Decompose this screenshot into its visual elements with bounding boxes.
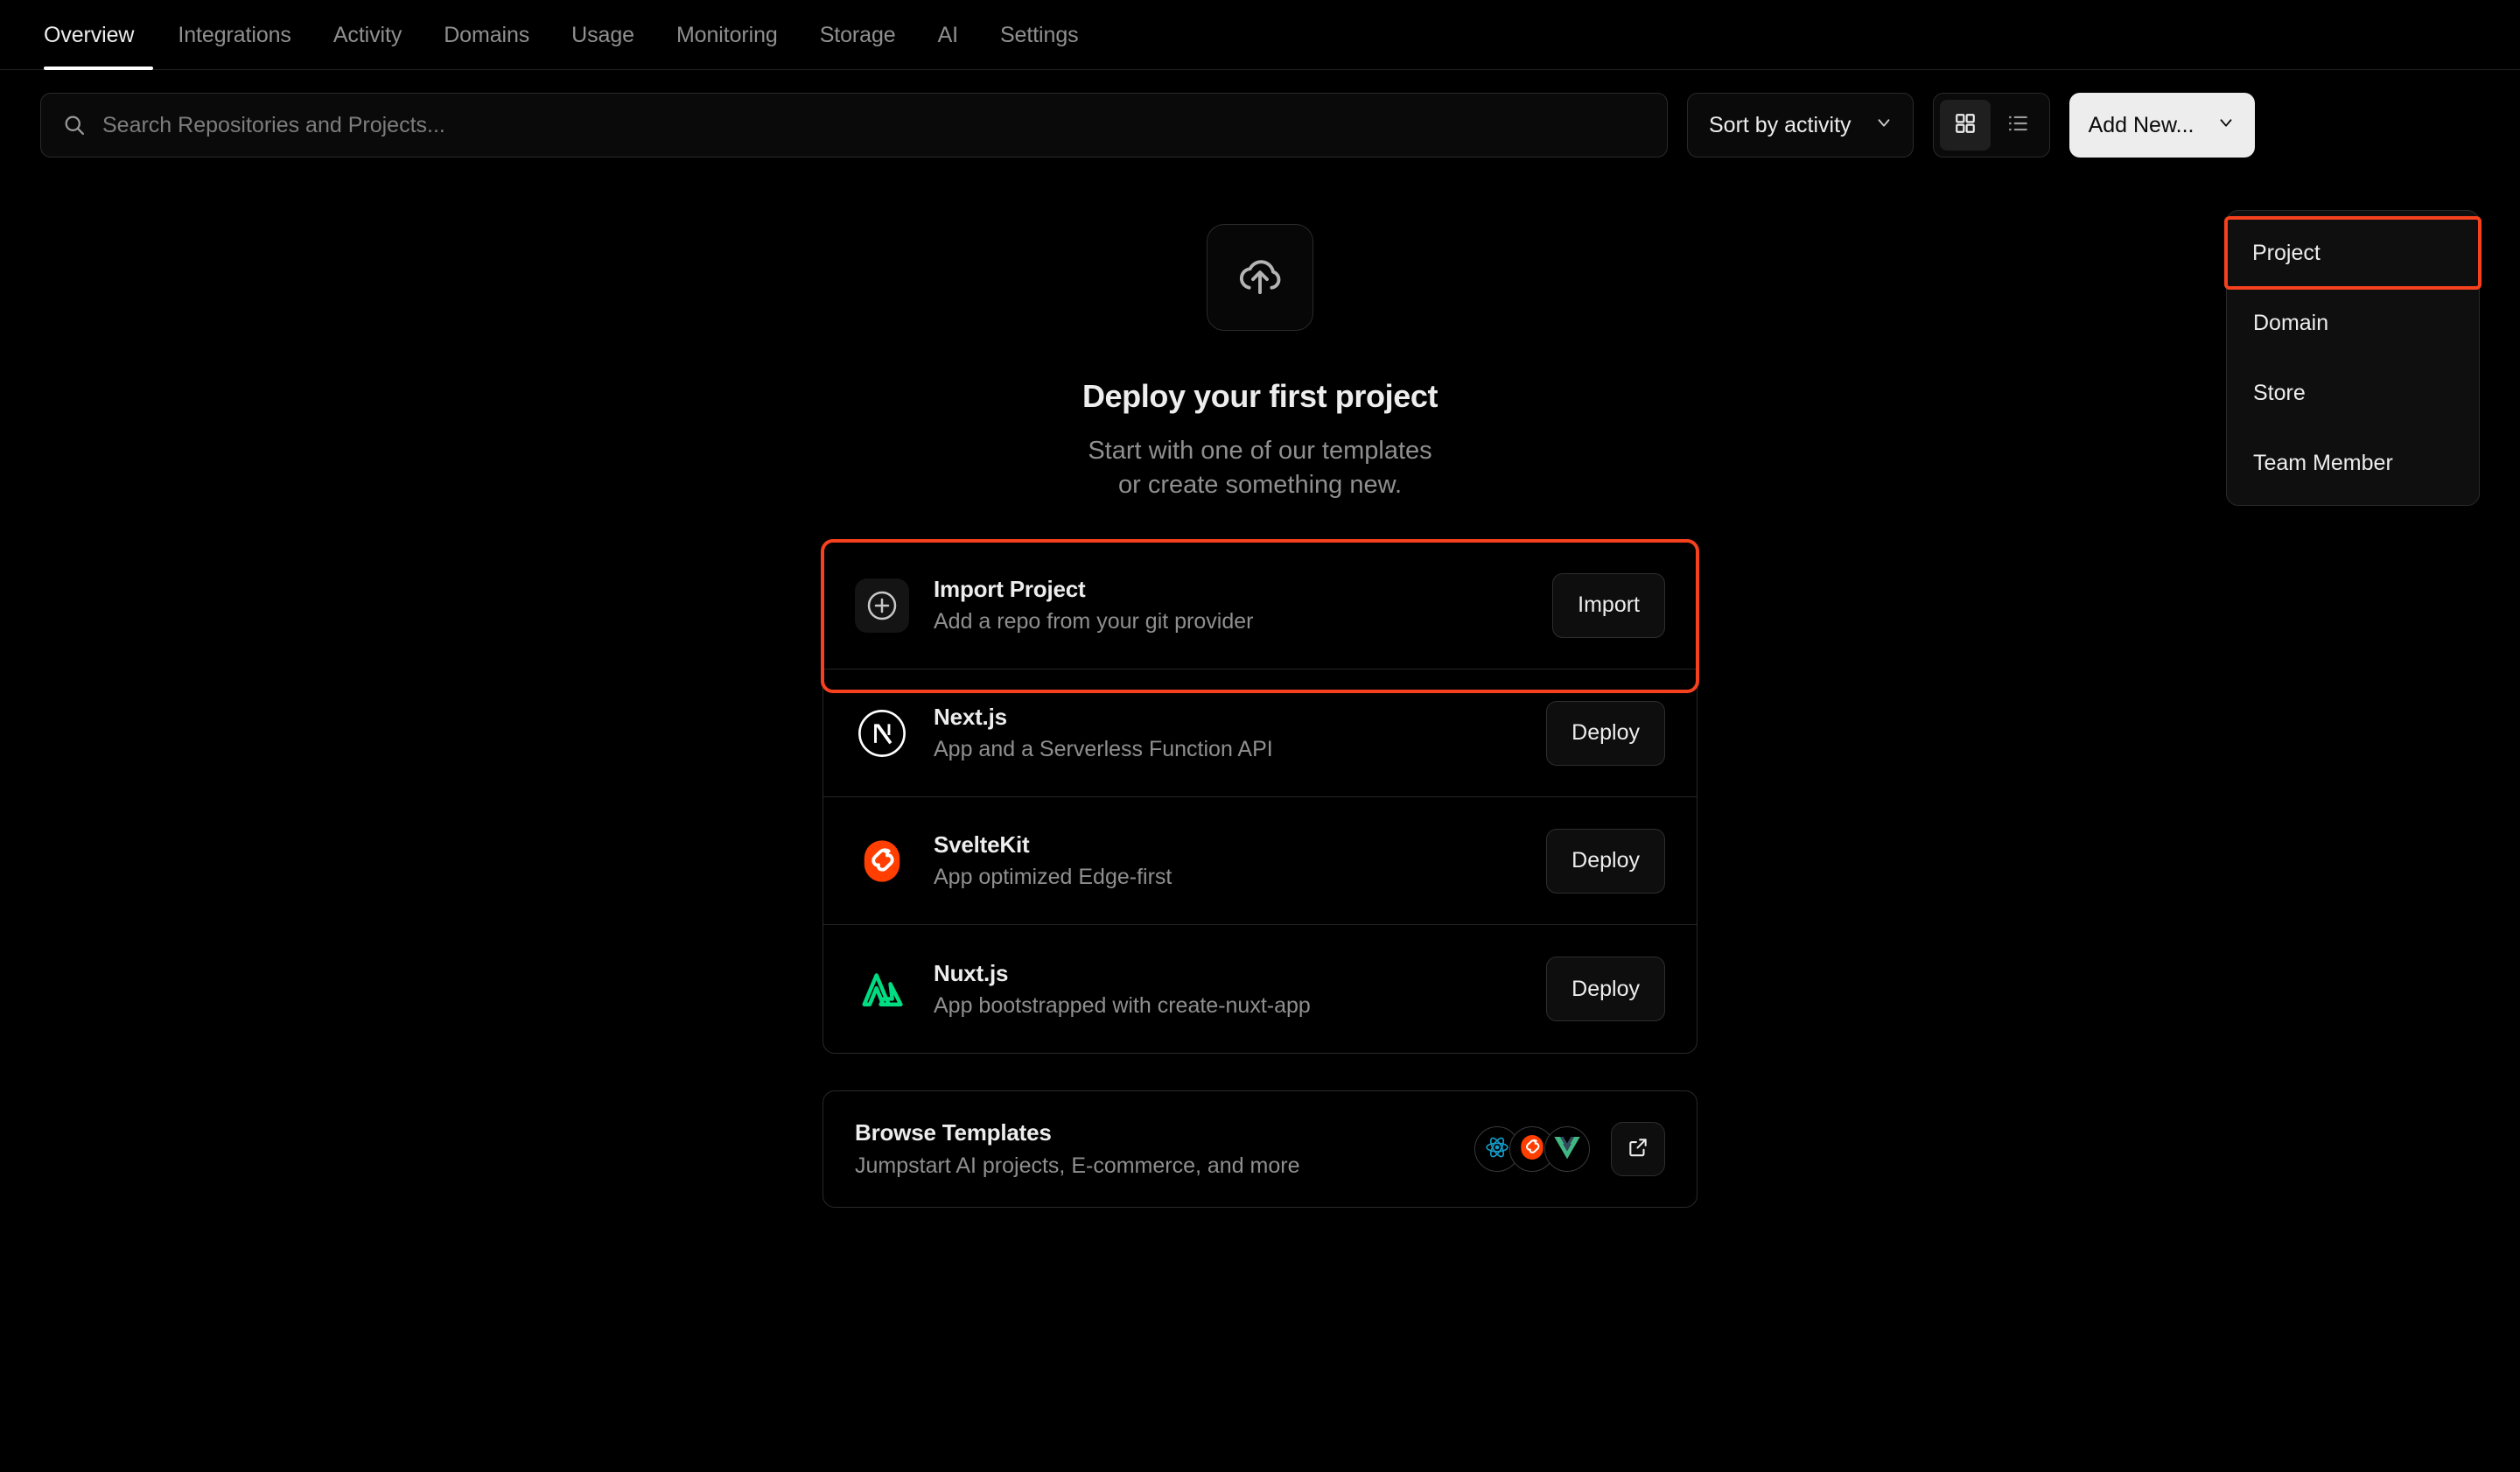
- sort-label: Sort by activity: [1709, 112, 1852, 137]
- nav-tab-label: Usage: [571, 22, 634, 47]
- nav-tab-label: Activity: [332, 22, 402, 47]
- vue-avatar: [1544, 1126, 1590, 1172]
- nav-tab-label: Overview: [44, 22, 135, 47]
- nav-tab-integrations[interactable]: Integrations: [157, 0, 312, 70]
- nav-tab-ai[interactable]: AI: [917, 0, 979, 70]
- template-row-description: App bootstrapped with create-nuxt-app: [934, 992, 1311, 1018]
- sveltekit-logo-icon: [855, 834, 909, 888]
- svelte-logo-icon: [1518, 1133, 1546, 1166]
- dropdown-item-label: Domain: [2253, 310, 2329, 335]
- template-row[interactable]: SvelteKit App optimized Edge-first Deploy: [823, 797, 1697, 925]
- list-view-button[interactable]: [1992, 100, 2043, 151]
- nav-tabs: Overview Integrations Activity Domains Usage…: [40, 0, 1100, 70]
- cloud-upload-icon: [1233, 249, 1287, 307]
- template-row-action-button[interactable]: Deploy: [1546, 957, 1665, 1021]
- template-row[interactable]: Next.js App and a Serverless Function API…: [823, 669, 1697, 797]
- template-row[interactable]: Nuxt.js App bootstrapped with create-nuxt…: [823, 925, 1697, 1053]
- templates-list: Import Project Add a repo from your git p…: [822, 541, 1698, 1054]
- templates-panel: Import Project Add a repo from your git p…: [821, 539, 1699, 1054]
- template-row-title: SvelteKit: [934, 831, 1030, 858]
- template-row-text: Next.js App and a Serverless Function API: [934, 704, 1522, 762]
- page-title: Deploy your first project: [1082, 378, 1438, 414]
- template-row-action-button[interactable]: Deploy: [1546, 828, 1665, 894]
- empty-state-hero: Deploy your first project Start with one…: [0, 224, 2520, 502]
- add-new-label: Add New...: [2088, 112, 2194, 137]
- template-row-title: Nuxt.js: [934, 959, 1009, 986]
- plus-circle-icon: [855, 578, 909, 633]
- browse-templates-text: Browse Templates Jumpstart AI projects, …: [855, 1119, 1474, 1179]
- template-row-description: App and a Serverless Function API: [934, 737, 1273, 761]
- nextjs-logo-icon: [855, 706, 909, 761]
- chevron-down-icon: [1874, 113, 1894, 138]
- react-logo-icon: [1484, 1134, 1510, 1165]
- nav-tab-label: Storage: [819, 22, 896, 47]
- template-row-action-button[interactable]: Import: [1552, 572, 1665, 638]
- nav-tab-usage[interactable]: Usage: [550, 0, 655, 70]
- template-row-text: Nuxt.js App bootstrapped with create-nuxt…: [934, 960, 1522, 1019]
- page-subtitle: Start with one of our templates or creat…: [1088, 434, 1432, 502]
- add-new-button[interactable]: Add New...: [2068, 93, 2256, 158]
- sort-by-dropdown[interactable]: Sort by activity: [1687, 93, 1914, 158]
- nav-tab-monitoring[interactable]: Monitoring: [655, 0, 799, 70]
- dropdown-item-domain[interactable]: Domain: [2227, 288, 2479, 358]
- page-subtitle-line1: Start with one of our templates: [1088, 437, 1432, 465]
- nuxtjs-logo-icon: [855, 962, 909, 1016]
- search-bar[interactable]: [40, 93, 1668, 158]
- add-new-dropdown-menu: Project Domain Store Team Member: [2224, 210, 2482, 506]
- browse-templates-external-link-button[interactable]: [1611, 1122, 1665, 1176]
- nav-tab-storage[interactable]: Storage: [799, 0, 917, 70]
- template-row-text: Import Project Add a repo from your git p…: [934, 576, 1528, 634]
- browse-templates-description: Jumpstart AI projects, E-commerce, and m…: [855, 1153, 1300, 1178]
- browse-templates-title: Browse Templates: [855, 1119, 1052, 1146]
- template-row-title: Next.js: [934, 704, 1007, 730]
- view-toggle-group: [1932, 93, 2050, 158]
- template-row-description: Add a repo from your git provider: [934, 609, 1254, 634]
- template-row-text: SvelteKit App optimized Edge-first: [934, 831, 1522, 890]
- template-row-action-button[interactable]: Deploy: [1546, 700, 1665, 766]
- dropdown-item-store[interactable]: Store: [2227, 358, 2479, 428]
- external-link-icon: [1627, 1136, 1649, 1163]
- nav-tab-label: Monitoring: [676, 22, 778, 47]
- grid-view-button[interactable]: [1939, 100, 1991, 151]
- nav-tab-settings[interactable]: Settings: [979, 0, 1100, 70]
- search-input[interactable]: [102, 112, 1646, 138]
- dropdown-item-label: Team Member: [2253, 450, 2393, 475]
- dropdown-item-label: Project: [2252, 240, 2320, 265]
- search-icon: [62, 113, 87, 137]
- nav-tab-activity[interactable]: Activity: [312, 0, 423, 70]
- nav-tab-label: AI: [937, 22, 959, 47]
- chevron-down-icon: [2216, 113, 2236, 138]
- template-row-title: Import Project: [934, 576, 1086, 602]
- template-row[interactable]: Import Project Add a repo from your git p…: [823, 542, 1697, 669]
- dropdown-item-label: Store: [2253, 380, 2306, 405]
- nav-tab-domains[interactable]: Domains: [423, 0, 550, 70]
- toolbar: Sort by activity: [0, 70, 2520, 158]
- page-subtitle-line2: or create something new.: [1117, 471, 1402, 499]
- nav-tab-overview[interactable]: Overview: [40, 0, 157, 70]
- list-view-icon: [2006, 112, 2029, 139]
- dropdown-item-project[interactable]: Project: [2224, 216, 2482, 290]
- dropdown-item-team-member[interactable]: Team Member: [2227, 428, 2479, 498]
- nav-tab-label: Integrations: [178, 22, 291, 47]
- browse-templates-card[interactable]: Browse Templates Jumpstart AI projects, …: [822, 1090, 1698, 1208]
- framework-avatars: [1474, 1126, 1590, 1172]
- vue-logo-icon: [1553, 1134, 1581, 1165]
- template-row-description: App optimized Edge-first: [934, 865, 1172, 889]
- nav-tab-label: Domains: [444, 22, 530, 47]
- cloud-upload-icon-frame: [1207, 224, 1313, 331]
- top-navigation-bar: Overview Integrations Activity Domains Usage…: [0, 0, 2520, 70]
- nav-tab-label: Settings: [999, 22, 1079, 47]
- grid-view-icon: [1954, 112, 1977, 139]
